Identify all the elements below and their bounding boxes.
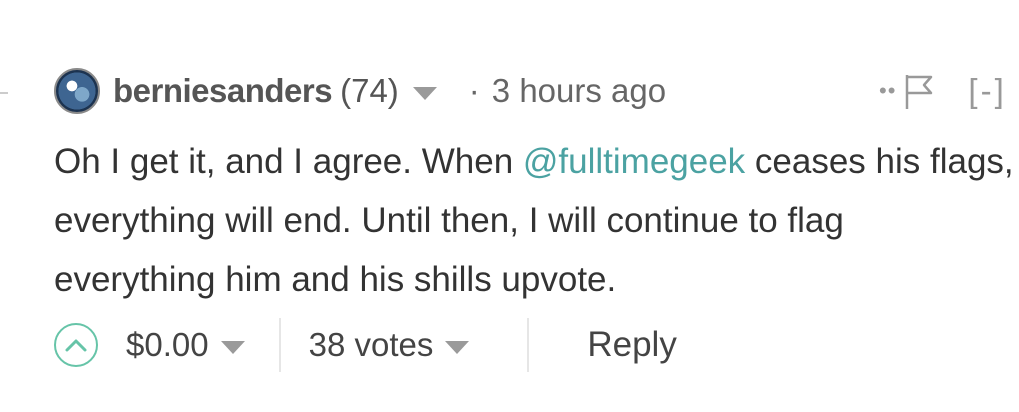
header-actions: •• [-] bbox=[879, 66, 1007, 116]
upvote-button[interactable] bbox=[54, 323, 98, 367]
flag-icon[interactable] bbox=[902, 71, 936, 111]
payout-caret-icon[interactable] bbox=[220, 340, 245, 354]
voters-icon[interactable]: •• bbox=[879, 80, 896, 102]
collapse-toggle[interactable]: [-] bbox=[968, 72, 1006, 110]
upvote-chevron-icon bbox=[65, 339, 87, 352]
comment-header: berniesanders (74) · 3 hours ago •• [-] bbox=[54, 66, 1019, 116]
comment: berniesanders (74) · 3 hours ago •• [-] … bbox=[54, 66, 1019, 372]
author-menu-caret-icon[interactable] bbox=[412, 86, 437, 100]
votes-count[interactable]: 38 votes bbox=[309, 326, 434, 364]
comment-body-text: Oh I get it, and I agree. When bbox=[54, 142, 523, 181]
footer-divider bbox=[278, 318, 281, 372]
author-reputation: (74) bbox=[340, 72, 399, 109]
footer-divider bbox=[527, 318, 530, 372]
author-name[interactable]: berniesanders bbox=[113, 72, 333, 110]
avatar[interactable] bbox=[54, 68, 100, 114]
comment-body: Oh I get it, and I agree. When @fulltime… bbox=[54, 132, 1014, 309]
votes-caret-icon[interactable] bbox=[445, 340, 470, 354]
payout-value[interactable]: $0.00 bbox=[126, 326, 209, 364]
thread-indent-line bbox=[0, 92, 8, 94]
timestamp-link[interactable]: 3 hours ago bbox=[492, 72, 666, 110]
user-mention-link[interactable]: @fulltimegeek bbox=[523, 142, 745, 181]
header-separator: · bbox=[468, 72, 480, 109]
comment-footer: $0.00 38 votes Reply bbox=[54, 312, 954, 378]
reply-button[interactable]: Reply bbox=[587, 325, 676, 365]
